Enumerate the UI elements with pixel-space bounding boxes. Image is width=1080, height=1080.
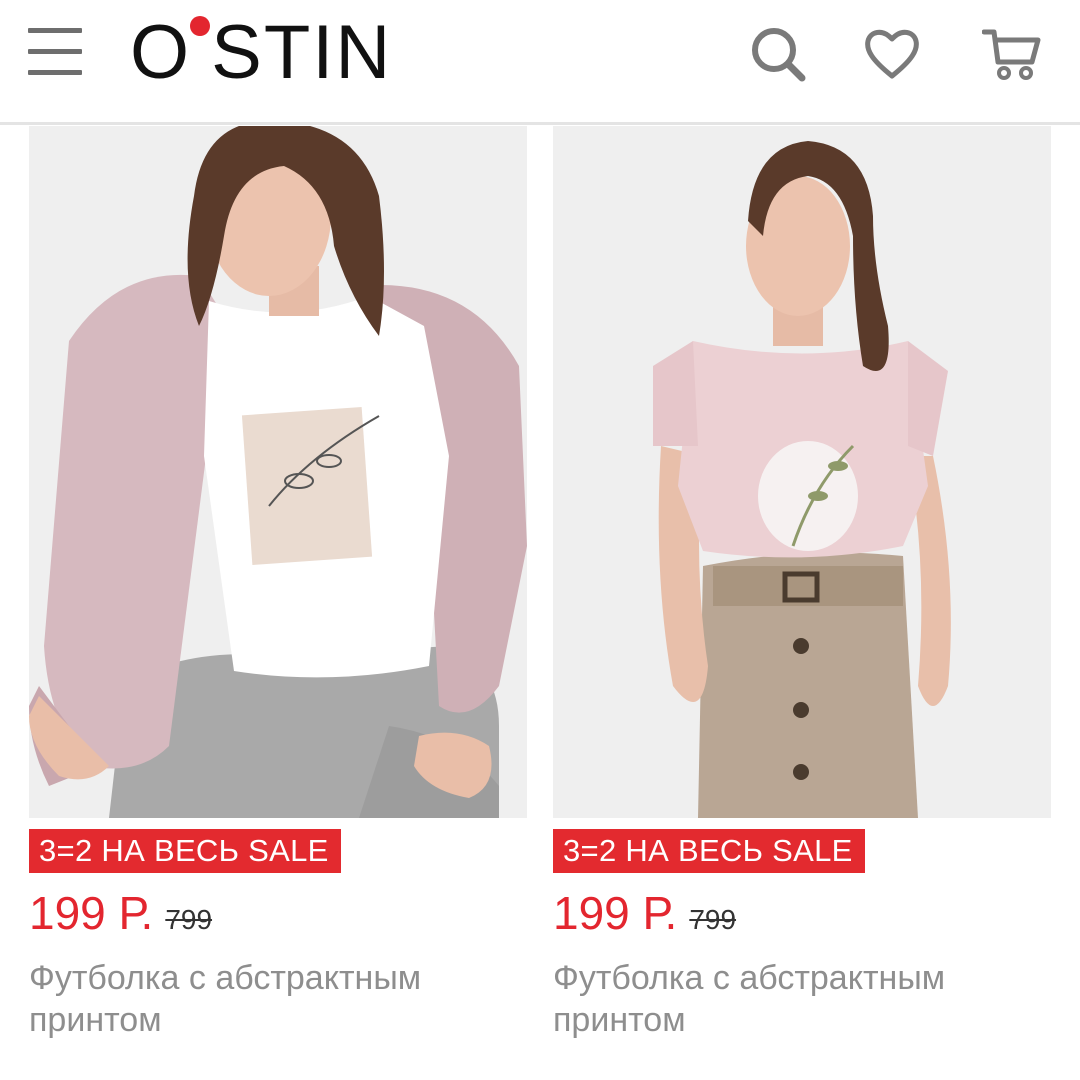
product-title[interactable]: Футболка с абстрактным принтом — [553, 957, 1053, 1041]
logo-red-dot — [190, 16, 210, 36]
brand-logo[interactable]: O STIN — [130, 8, 392, 98]
sale-price: 199 Р. — [29, 887, 154, 939]
menu-button[interactable] — [28, 28, 82, 76]
logo-text: STIN — [211, 10, 393, 95]
menu-icon-bar — [28, 28, 82, 33]
menu-icon-bar — [28, 49, 82, 54]
wishlist-button[interactable] — [862, 24, 922, 84]
product-image-model-skirt — [553, 126, 1051, 818]
cart-icon — [981, 29, 1041, 80]
price-row: 199 Р. 799 — [29, 883, 527, 943]
product-photo[interactable] — [29, 126, 527, 818]
search-icon — [752, 28, 806, 82]
product-card[interactable]: 3=2 НА ВЕСЬ SALE 199 Р. 799 Футболка с аб… — [553, 126, 1051, 1041]
product-image-model-jacket — [29, 126, 527, 818]
promo-badge[interactable]: 3=2 НА ВЕСЬ SALE — [29, 829, 341, 873]
product-title[interactable]: Футболка с абстрактным принтом — [29, 957, 529, 1041]
price-row: 199 Р. 799 — [553, 883, 1051, 943]
product-card[interactable]: 3=2 НА ВЕСЬ SALE 199 Р. 799 Футболка с аб… — [29, 126, 527, 1041]
menu-icon-bar — [28, 70, 82, 75]
product-photo[interactable] — [553, 126, 1051, 818]
sale-price: 199 Р. — [553, 887, 678, 939]
cart-button[interactable] — [981, 24, 1042, 84]
promo-badge[interactable]: 3=2 НА ВЕСЬ SALE — [553, 829, 865, 873]
old-price: 799 — [165, 904, 213, 935]
heart-icon — [865, 29, 919, 79]
old-price: 799 — [689, 904, 737, 935]
search-button[interactable] — [748, 24, 808, 84]
header: O STIN — [0, 0, 1080, 125]
logo-letter-o: O — [130, 8, 210, 98]
